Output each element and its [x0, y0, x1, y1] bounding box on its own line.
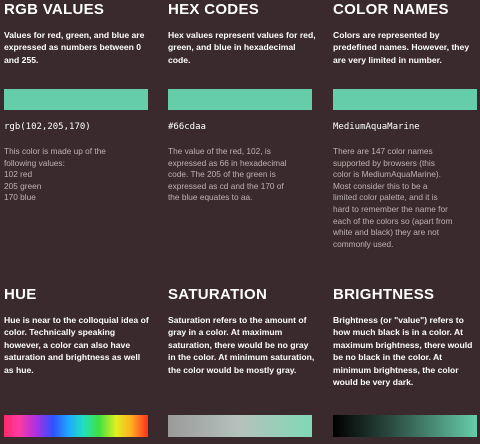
names-detail-line: white and black) they are not [333, 227, 440, 238]
brightness-heading: BRIGHTNESS [333, 286, 435, 303]
names-detail-line: each of the colors so (apart from [333, 215, 453, 226]
hex-detail-line: code. The 205 of the green is [168, 169, 276, 180]
names-detail-line: supported by browsers (this [333, 157, 435, 168]
hex-detail-line: expressed as 66 in hexadecimal [168, 157, 287, 168]
hex-detail: The value of the red, 102, is expressed … [168, 146, 314, 204]
hex-detail-line: expressed as cd and the 170 of [168, 180, 284, 191]
hue-intro: Hue is near to the colloquial idea of co… [4, 315, 149, 375]
rgb-detail-line: This color is made up of the [4, 146, 106, 156]
hex-detail-line: the blue equates to aa. [168, 192, 253, 203]
color-names-detail: There are 147 color names supported by b… [333, 146, 479, 250]
color-names-heading: COLOR NAMES [333, 1, 449, 18]
saturation-heading: SATURATION [168, 286, 268, 303]
named-color-swatch [333, 89, 477, 110]
rgb-detail-line: 102 red [4, 169, 33, 180]
rgb-detail-line: 170 blue [4, 192, 36, 203]
rgb-detail: This color is made up of the following v… [4, 146, 150, 204]
rgb-detail-line: following values: [4, 157, 65, 168]
hex-codes-section: HEX CODES Hex values represent values fo… [168, 0, 316, 202]
saturation-gradient-bar [168, 415, 312, 437]
brightness-section: BRIGHTNESS Brightness (or "value") refer… [333, 286, 480, 437]
names-detail-line: There are 147 color names [333, 146, 433, 156]
hex-codes-intro: Hex values represent values for red, gre… [168, 30, 316, 65]
brightness-intro: Brightness (or "value") refers to how mu… [333, 315, 473, 388]
hex-color-swatch [168, 89, 312, 110]
saturation-section: SATURATION Saturation refers to the amou… [168, 286, 316, 437]
names-detail-line: hard to remember the name for [333, 203, 448, 214]
saturation-intro: Saturation refers to the amount of gray … [168, 315, 315, 375]
color-names-section: COLOR NAMES Colors are represented by pr… [333, 0, 480, 249]
names-detail-line: color is MediumAquaMarine). [333, 169, 441, 180]
rgb-code: rgb(102,205,170) [4, 122, 91, 132]
hex-code: #66cdaa [168, 122, 206, 132]
rgb-values-section: RGB VALUES Values for red, green, and bl… [4, 0, 152, 202]
hue-heading: HUE [4, 286, 37, 303]
names-detail-line: commonly used. [333, 238, 394, 249]
rgb-color-swatch [4, 89, 148, 110]
hex-codes-heading: HEX CODES [168, 1, 260, 18]
hex-detail-line: The value of the red, 102, is [168, 146, 271, 156]
rgb-detail-line: 205 green [4, 180, 42, 191]
names-detail-line: Most consider this to be a [333, 180, 428, 191]
rgb-values-heading: RGB VALUES [4, 1, 105, 18]
names-detail-line: limited color palette, and it is [333, 192, 438, 203]
hue-gradient-bar [4, 415, 148, 437]
color-names-intro: Colors are represented by predefined nam… [333, 30, 470, 65]
brightness-gradient-bar [333, 415, 477, 437]
color-name-code: MediumAquaMarine [333, 122, 420, 132]
hue-section: HUE Hue is near to the colloquial idea o… [4, 286, 152, 437]
rgb-values-intro: Values for red, green, and blue are expr… [4, 30, 145, 65]
